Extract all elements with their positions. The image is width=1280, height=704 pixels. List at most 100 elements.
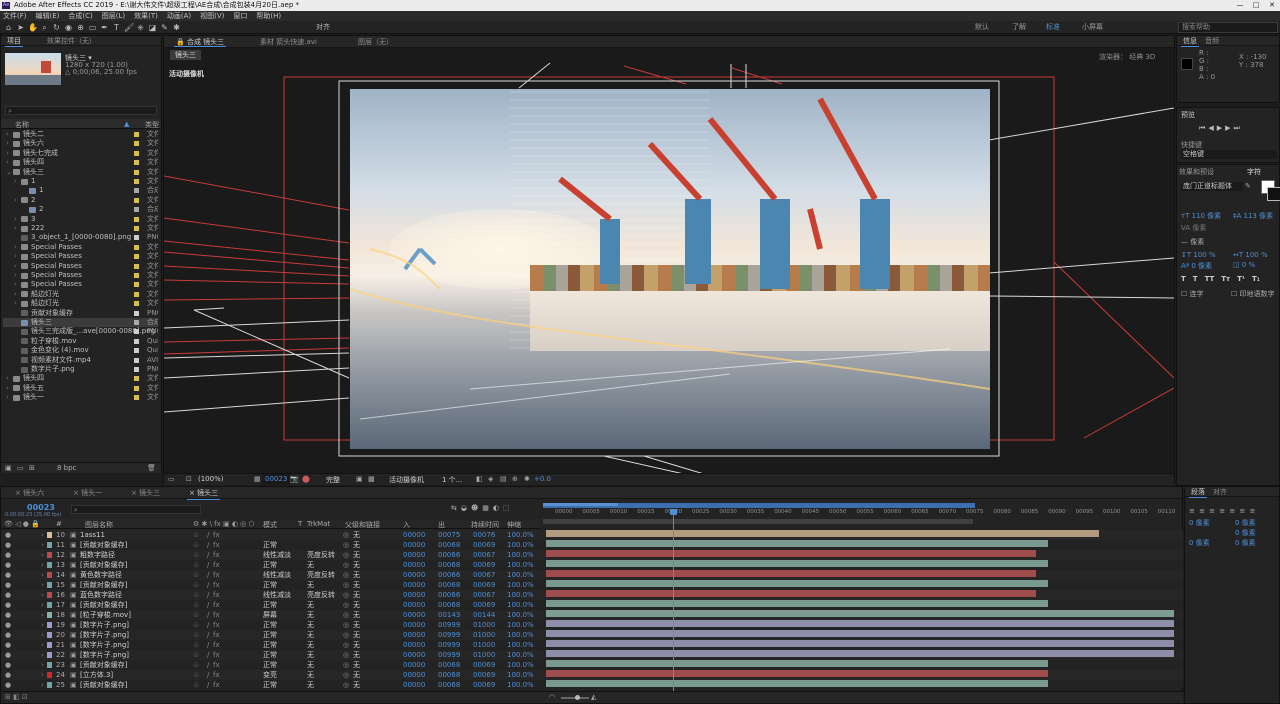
tab-info[interactable]: 信息 [1179,36,1201,47]
layer-stretch[interactable]: 100.0% [507,650,534,660]
comp-mini-flowchart-icon[interactable]: ⇆ [451,504,461,512]
quality-switch-icon[interactable]: / [207,680,209,688]
help-search-input[interactable]: 搜索帮助 [1178,22,1278,33]
expand-twirl-icon[interactable]: › [14,280,17,289]
format-button-2[interactable]: TT [1205,275,1215,283]
fast-previews-icon[interactable]: ◈ [488,475,493,483]
label-color-swatch[interactable] [134,273,139,278]
project-item[interactable]: › Special Passes 文件 [3,243,158,252]
fx-switch-icon[interactable]: fx [213,610,220,620]
label-color-swatch[interactable] [134,291,139,297]
layer-in-point[interactable]: 00000 [403,560,425,570]
workspace-3[interactable]: 小屏幕 [1082,23,1103,32]
project-item[interactable]: 粒子穿梭.mov Qui [3,337,158,346]
sort-asc-icon[interactable]: ▲ [124,120,129,128]
roto-brush-tool-icon[interactable]: ✎ [160,23,169,32]
layer-duration[interactable]: 00069 [473,600,495,610]
layer-duration[interactable]: 00076 [473,530,495,540]
close-tab-icon[interactable]: × [15,489,23,497]
layer-label-color[interactable] [47,602,52,608]
parent-dropdown[interactable]: 无 [353,550,360,560]
visibility-eye-icon[interactable]: ● [5,580,11,590]
layer-name[interactable]: [贡献对象缓存] [80,600,127,610]
camera-tool-icon[interactable]: ◉ [64,23,73,32]
parent-pickwhip-icon[interactable]: ◎ [343,530,349,540]
layer-duration-bar[interactable] [546,590,1036,597]
mode-dropdown[interactable]: 变亮 [263,670,277,680]
indent-left-field[interactable]: 0 像素 [1189,518,1210,528]
layer-name[interactable]: 1ass11 [80,530,105,540]
layer-stretch[interactable]: 100.0% [507,630,534,640]
layer-row[interactable]: ● › 11 ▣ [贡献对象缓存] ♧ / fx 正常 ◎ 无 00000 00068 00069 100.… [1,540,1183,550]
project-item[interactable]: › 3 文件 [3,215,158,224]
quality-switch-icon[interactable]: / [207,660,209,670]
layer-in-point[interactable]: 00000 [403,590,425,600]
layer-out-point[interactable]: 00143 [438,610,460,620]
layer-in-point[interactable]: 00000 [403,640,425,650]
twirl-icon[interactable]: › [41,590,44,600]
layer-stretch[interactable]: 100.0% [507,530,534,540]
eyedropper-icon[interactable]: ✎ [1245,182,1251,190]
layer-name[interactable]: [贡献对象缓存] [80,680,127,688]
close-window-button[interactable]: ✕ [1264,0,1280,11]
trkmat-dropdown[interactable]: 无 [307,600,314,610]
label-color-swatch[interactable] [134,282,139,288]
mode-dropdown[interactable]: 线性减淡 [263,590,291,600]
hand-tool-icon[interactable]: ✋ [28,23,38,32]
zoom-in-mountain-icon[interactable]: ◭ [591,693,596,701]
layer-label-color[interactable] [47,582,52,588]
layer-in-point[interactable]: 00000 [403,580,425,590]
project-item[interactable]: ⌄ 镜头三 文件 [3,168,158,177]
layer-row[interactable]: ● › 20 ▣ [数字片子.png] ♧ / fx 正常 无 ◎ 无 00000 00999 01000 1… [1,630,1183,640]
layer-row[interactable]: ● › 10 ▣ 1ass11 ♧ / fx ◎ 无 00000 00075 00076 100.0% [1,530,1183,540]
label-color-swatch[interactable] [134,376,139,382]
layer-name[interactable]: 蓝色数字路径 [80,590,122,600]
bpc-toggle[interactable]: 8 bpc [57,464,76,472]
quality-switch-icon[interactable]: / [207,570,209,580]
menu-item-0[interactable]: 文件(F) [3,11,27,21]
tab-paragraph[interactable]: 段落 [1187,487,1209,498]
layer-label-color[interactable] [47,622,52,628]
project-item[interactable]: › Special Passes 文件 [3,252,158,261]
layer-name[interactable]: [数字片子.png] [80,640,129,650]
layer-name[interactable]: [粒子穿梭.mov] [80,610,131,620]
parent-pickwhip-icon[interactable]: ◎ [343,540,349,550]
layer-in-point[interactable]: 00000 [403,680,425,688]
expand-twirl-icon[interactable]: › [14,196,17,205]
mode-dropdown[interactable]: 正常 [263,680,277,688]
layer-stretch[interactable]: 100.0% [507,640,534,650]
magnification-icon[interactable]: ⊡ [186,475,192,483]
layer-out-point[interactable]: 00066 [438,550,460,560]
eraser-tool-icon[interactable]: ◪ [148,23,157,32]
zoom-out-mountain-icon[interactable]: ◠ [549,693,555,701]
font-size-field[interactable]: тT 110 像素 [1181,211,1221,221]
twirl-icon[interactable]: › [41,630,44,640]
rectangle-tool-icon[interactable]: ▭ [88,23,97,32]
playhead-line[interactable] [673,509,674,691]
workspace-2[interactable]: 标准 [1046,23,1060,32]
fx-switch-icon[interactable]: fx [213,640,220,650]
tab-layer-viewer[interactable]: 图层（无） [354,36,397,46]
prev-frame-icon[interactable]: ◀ [1208,124,1216,132]
layer-stretch[interactable]: 100.0% [507,620,534,630]
workspace-1[interactable]: 了解 [1012,23,1026,32]
layer-duration-bar[interactable] [546,610,1174,617]
parent-pickwhip-icon[interactable]: ◎ [343,620,349,630]
quality-switch-icon[interactable]: / [207,600,209,610]
minimize-button[interactable]: — [1232,0,1248,11]
mode-dropdown[interactable]: 正常 [263,600,277,610]
twirl-icon[interactable]: › [41,530,44,540]
parent-dropdown[interactable]: 无 [353,530,360,540]
layer-label-color[interactable] [47,662,52,668]
layer-stretch[interactable]: 100.0% [507,610,534,620]
shy-switch-icon[interactable]: ♧ [193,630,199,640]
trkmat-dropdown[interactable]: 无 [307,580,314,590]
layer-row[interactable]: ● › 16 ▣ 蓝色数字路径 ♧ / fx 线性减淡 亮度反转 ◎ 无 00000 00066 00067… [1,590,1183,600]
quality-switch-icon[interactable]: / [207,590,209,600]
mode-dropdown[interactable]: 正常 [263,640,277,650]
timeline-tab-0[interactable]: × 镜头六 [11,487,48,499]
layer-stretch[interactable]: 100.0% [507,660,534,670]
last-frame-icon[interactable]: ⏭ [1233,124,1242,132]
layer-out-point[interactable]: 00066 [438,590,460,600]
format-button-5[interactable]: T₁ [1252,275,1260,283]
